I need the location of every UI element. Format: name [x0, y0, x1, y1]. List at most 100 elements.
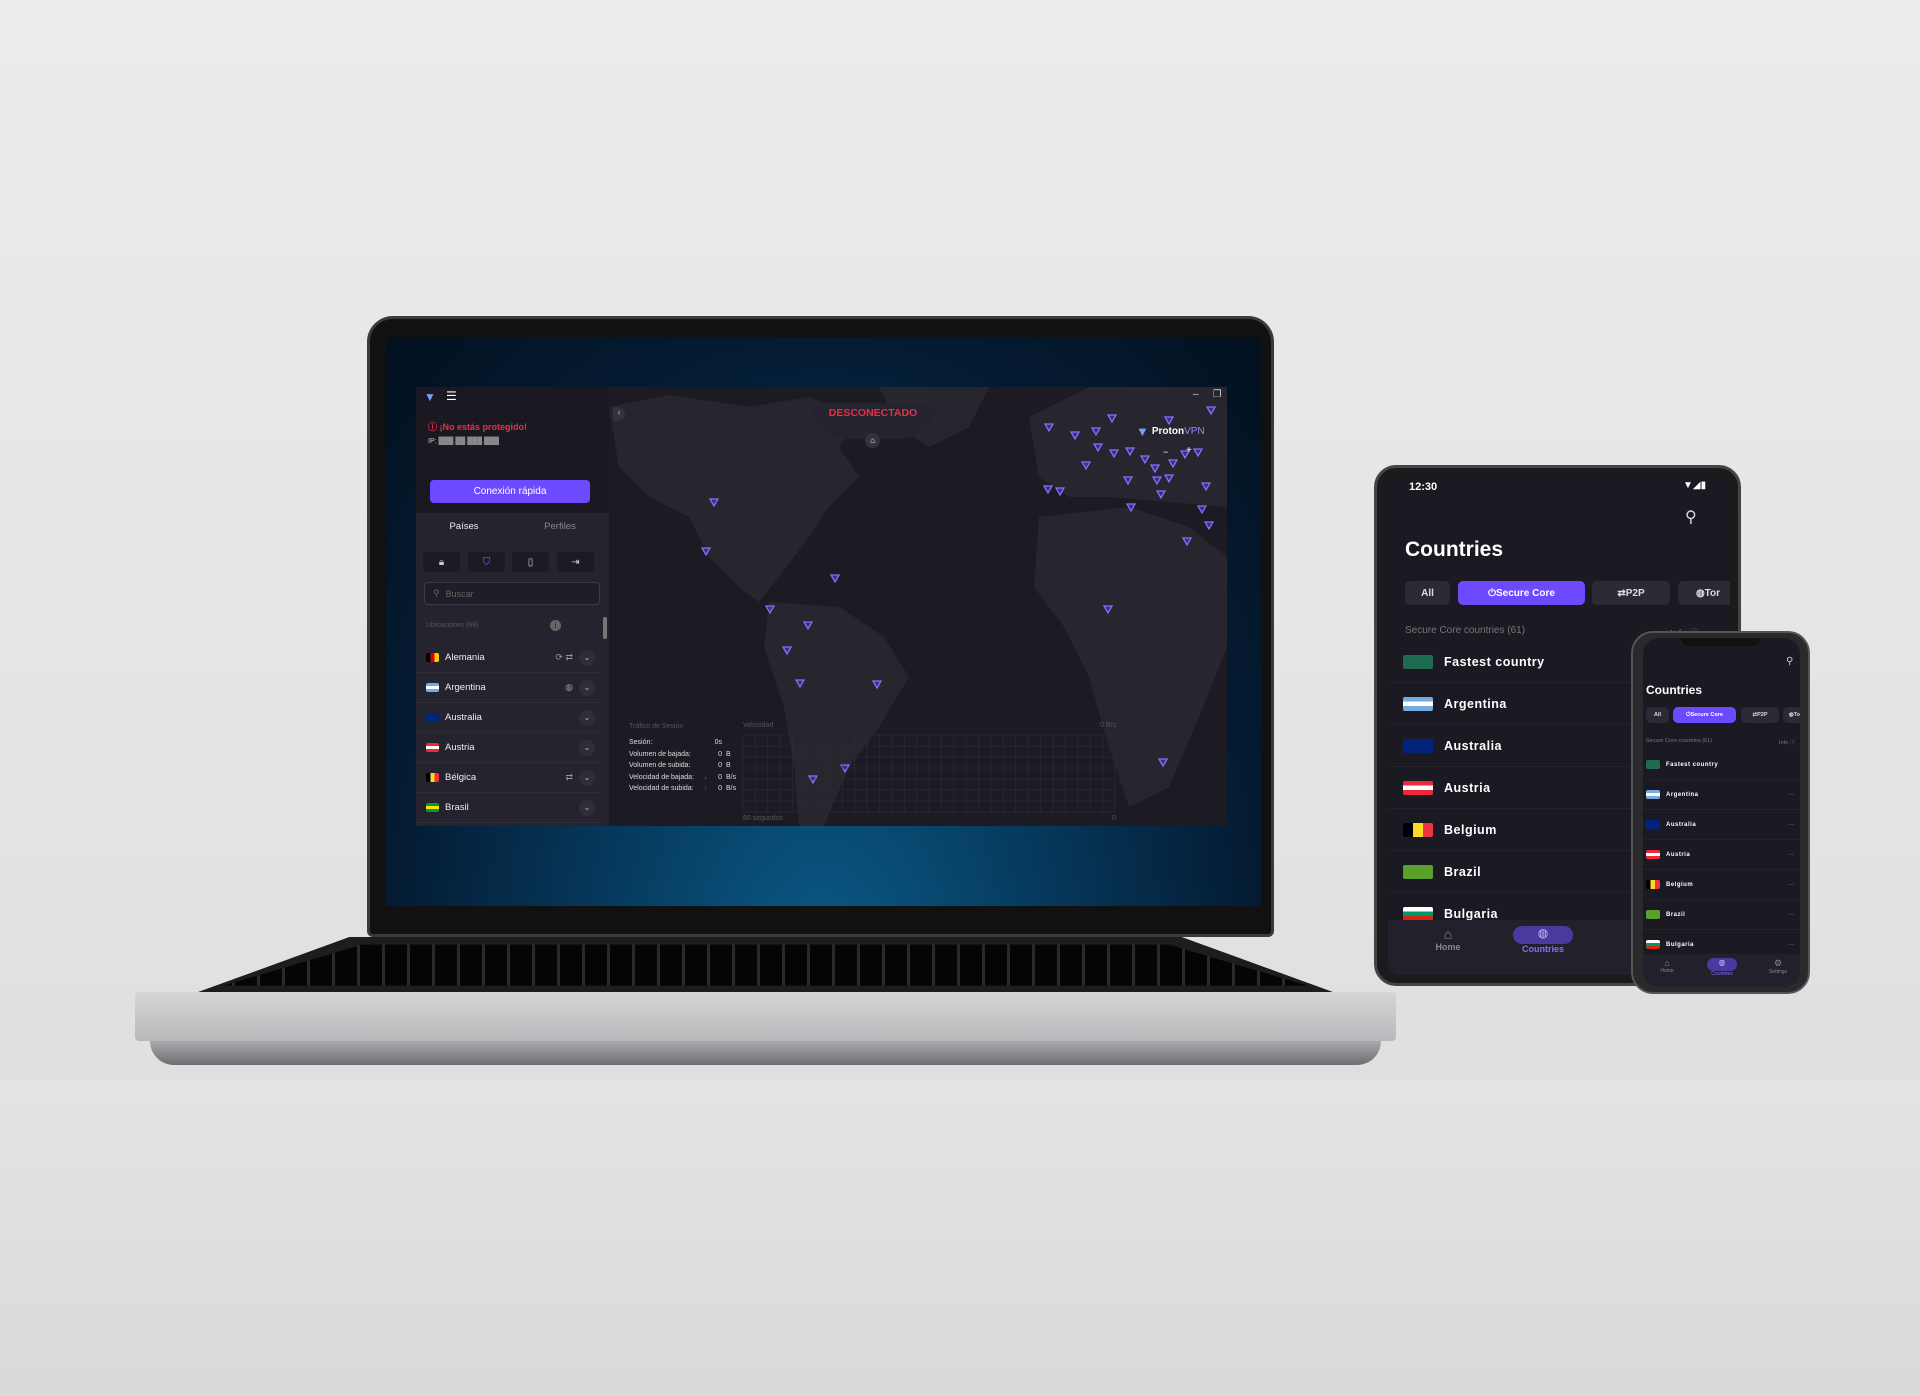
- notch: [1681, 638, 1761, 646]
- more-options-icon[interactable]: ···: [1788, 852, 1794, 858]
- arrow-down-icon: ↓: [704, 773, 708, 781]
- country-name: Bulgaria: [1666, 941, 1695, 948]
- country-name: Brasil: [445, 802, 469, 813]
- zoom-in-button[interactable]: +: [1186, 445, 1192, 456]
- scrollbar[interactable]: [603, 617, 607, 639]
- warning-text: ¡No estás protegido!: [439, 422, 528, 432]
- info-link[interactable]: Info ⓘ: [1779, 738, 1795, 746]
- tor-filter-button[interactable]: ▯: [512, 552, 549, 572]
- country-name: Australia: [445, 712, 482, 723]
- home-icon: ⌂: [1443, 926, 1453, 942]
- ip-value: ███.██.███.███: [438, 438, 499, 445]
- filter-chip-tor[interactable]: ◍ Tor: [1678, 581, 1730, 605]
- country-row[interactable]: Austria ⌄: [416, 733, 601, 763]
- home-button[interactable]: ⌂: [865, 433, 880, 448]
- country-row[interactable]: Brazil ···: [1643, 900, 1800, 930]
- country-flag: [1403, 864, 1433, 879]
- restore-button[interactable]: ❐: [1213, 389, 1222, 400]
- feature-icons: ◍: [565, 682, 573, 692]
- nav-countries[interactable]: ◍ Countries: [1513, 926, 1573, 954]
- protonvpn-desktop-window: ▼ ☰ ⓘ ¡No estás protegido! IP: ███.██.██…: [416, 387, 1227, 826]
- country-flag: [1646, 760, 1660, 769]
- chevron-down-icon[interactable]: ⌄: [579, 739, 595, 756]
- status-icons: ▼◢▮: [1683, 480, 1707, 491]
- split-tunnel-button[interactable]: ⇥: [557, 552, 594, 572]
- search-placeholder: Buscar: [445, 588, 474, 599]
- country-row[interactable]: Bélgica ⇄ ⌄: [416, 763, 601, 793]
- minimize-button[interactable]: –: [1193, 389, 1199, 400]
- search-icon: ⚲: [433, 588, 440, 598]
- more-options-icon[interactable]: ···: [1788, 822, 1794, 828]
- chevron-down-icon[interactable]: ⌄: [579, 679, 595, 696]
- country-name: Australia: [1666, 821, 1697, 828]
- brand-name: Proton: [1151, 426, 1185, 437]
- country-flag: [1646, 880, 1660, 889]
- quick-connect-button[interactable]: Conexión rápida: [430, 480, 590, 503]
- tab-countries[interactable]: Países: [416, 513, 512, 540]
- country-row[interactable]: Belgium ···: [1643, 870, 1800, 900]
- country-row[interactable]: Australia ⌄: [416, 703, 601, 733]
- country-row[interactable]: Alemania ⟳ ⇄ ⌄: [416, 643, 601, 673]
- world-map[interactable]: [609, 387, 1227, 826]
- filter-chip-p2p[interactable]: ⇄ P2P: [1592, 581, 1670, 605]
- section-label: Secure Core countries (61): [1646, 738, 1713, 744]
- p2p-icon: ⇄: [1617, 587, 1626, 599]
- more-options-icon[interactable]: ···: [1788, 792, 1794, 798]
- graph-zero: 0: [1112, 815, 1116, 822]
- nav-home-label: Home: [1435, 942, 1461, 952]
- country-row[interactable]: Fastest country: [1643, 750, 1800, 780]
- tor-icon: ▯: [527, 556, 534, 568]
- filter-chip-tor[interactable]: ◍ Tor: [1783, 707, 1800, 723]
- chevron-down-icon[interactable]: ⌄: [579, 709, 595, 726]
- protonvpn-logo: ▼ Proton VPN: [1136, 424, 1205, 439]
- info-icon[interactable]: i: [550, 620, 561, 631]
- chip-label: P2P: [1757, 712, 1768, 718]
- more-options-icon[interactable]: ···: [1788, 882, 1794, 888]
- zoom-out-button[interactable]: −: [1163, 447, 1168, 457]
- filter-chip-all[interactable]: All: [1646, 707, 1669, 723]
- chevron-down-icon[interactable]: ⌄: [579, 799, 595, 816]
- chevron-down-icon[interactable]: ⌄: [579, 769, 595, 786]
- search-icon[interactable]: ⚲: [1786, 656, 1793, 667]
- country-row[interactable]: Argentina ◍ ⌄: [416, 673, 601, 703]
- nav-countries-label: Countries: [1521, 944, 1564, 954]
- tab-profiles[interactable]: Perfiles: [512, 513, 608, 540]
- unprotected-warning: ⓘ ¡No estás protegido!: [428, 422, 528, 432]
- arrow-up-icon: ↑: [704, 785, 708, 792]
- home-icon: ⌂: [870, 436, 875, 445]
- filter-chip-secure-core[interactable]: ⏻ Secure Core: [1458, 581, 1585, 605]
- feature-icons: ⇄: [565, 772, 573, 782]
- country-row[interactable]: Brasil ⌄: [416, 793, 601, 823]
- country-flag: [426, 803, 439, 812]
- chip-label: P2P: [1625, 587, 1645, 599]
- country-row[interactable]: Australia ···: [1643, 810, 1800, 840]
- chevron-down-icon[interactable]: ⌄: [579, 649, 595, 666]
- hamburger-menu-icon[interactable]: ☰: [446, 389, 457, 403]
- page-title: Countries: [1405, 538, 1504, 561]
- search-icon[interactable]: ⚲: [1685, 507, 1697, 527]
- secure-core-filter-button[interactable]: 🔒︎: [423, 552, 460, 572]
- nav-settings[interactable]: ⚙ Settings: [1765, 958, 1791, 975]
- more-options-icon[interactable]: ···: [1788, 912, 1794, 918]
- traffic-unit: B/s: [726, 773, 737, 781]
- more-options-icon[interactable]: ···: [1788, 942, 1794, 948]
- nav-home[interactable]: ⌂ Home: [1657, 958, 1677, 974]
- traffic-unit: B/s: [726, 785, 737, 792]
- search-input[interactable]: ⚲ Buscar: [424, 582, 600, 605]
- nav-home-label: Home: [1660, 968, 1674, 974]
- chip-label: All: [1421, 587, 1434, 599]
- filter-chip-secure-core[interactable]: ⏻ Secure Core: [1673, 707, 1736, 723]
- nav-countries[interactable]: ◍ Countries: [1707, 958, 1737, 977]
- netshield-filter-button[interactable]: ⛉: [468, 552, 505, 572]
- traffic-label: Velocidad de bajada:: [629, 773, 694, 781]
- country-row[interactable]: Argentina ···: [1643, 780, 1800, 810]
- filter-chip-p2p[interactable]: ⇄ P2P: [1741, 707, 1779, 723]
- country-name: Argentina: [1444, 696, 1507, 711]
- country-row[interactable]: Austria ···: [1643, 840, 1800, 870]
- ip-display: IP: ███.██.███.███: [428, 438, 499, 445]
- traffic-label: Velocidad de subida:: [629, 785, 694, 792]
- country-name: Bulgaria: [1444, 906, 1499, 921]
- filter-chip-all[interactable]: All: [1405, 581, 1450, 605]
- nav-home[interactable]: ⌂ Home: [1428, 926, 1468, 952]
- traffic-label: Sesión:: [629, 739, 653, 746]
